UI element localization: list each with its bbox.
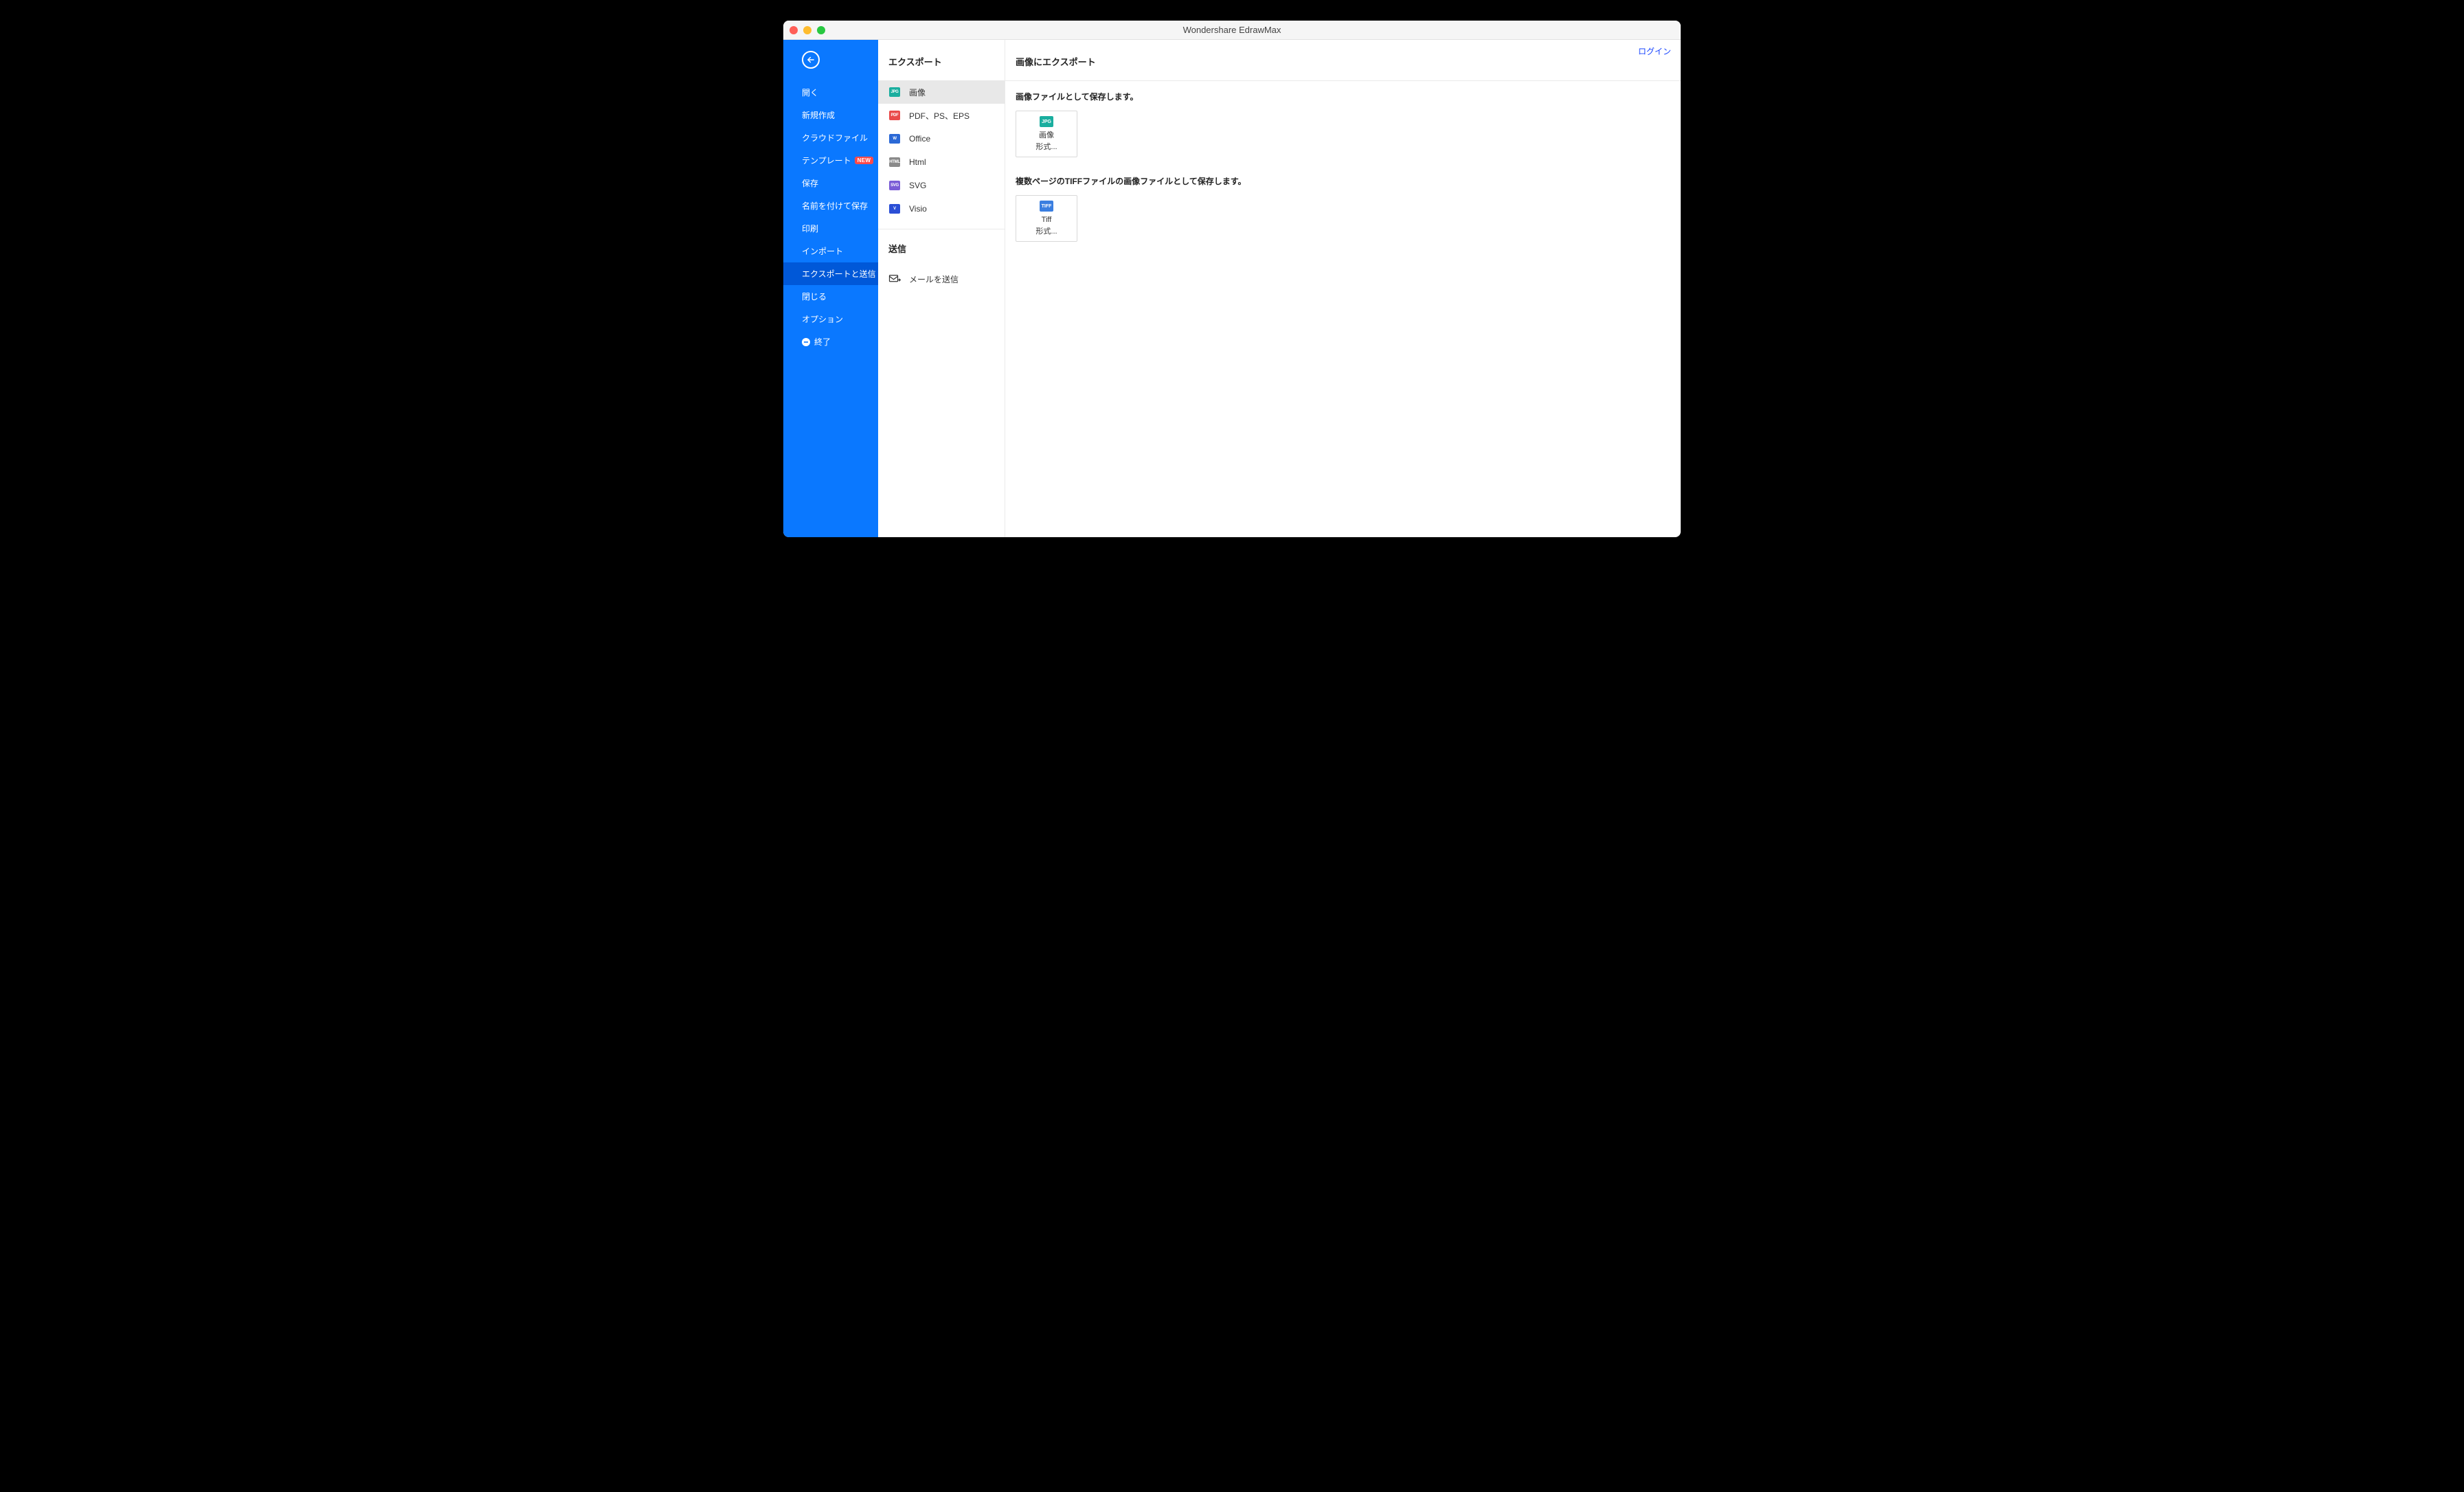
send-email-label: メールを送信 <box>909 273 959 285</box>
export-type-column: エクスポート JPG 画像 PDF PDF、PS、EPS W Office HTML Html… <box>878 40 1005 537</box>
tile2-line1: Tiff <box>1042 216 1052 225</box>
sidebar-item-label: クラウドファイル <box>802 132 868 144</box>
export-type-label: PDF、PS、EPS <box>909 110 970 122</box>
main-content: 画像ファイルとして保存します。 JPG 画像 形式... 複数ページのTIFFフ… <box>1005 81 1681 269</box>
export-type-visio[interactable]: V Visio <box>878 197 1005 221</box>
sidebar-item-10[interactable]: オプション <box>783 308 878 330</box>
jpg-icon: JPG <box>1040 116 1053 127</box>
maximize-window-button[interactable] <box>817 26 825 34</box>
export-type-pdf、ps、eps[interactable]: PDF PDF、PS、EPS <box>878 104 1005 127</box>
sidebar-item-7[interactable]: インポート <box>783 240 878 262</box>
export-type-office[interactable]: W Office <box>878 127 1005 150</box>
sidebar-item-9[interactable]: 閉じる <box>783 285 878 308</box>
sidebar-item-label: オプション <box>802 313 843 325</box>
export-type-label: 画像 <box>909 87 926 98</box>
sidebar-item-11[interactable]: 終了 <box>783 330 878 353</box>
export-type-label: Visio <box>909 204 927 214</box>
sidebar: 開く新規作成クラウドファイルテンプレート NEW 保存名前を付けて保存印刷インポート… <box>783 40 878 537</box>
sidebar-item-4[interactable]: 保存 <box>783 172 878 194</box>
sidebar-item-label: テンプレート <box>802 155 851 166</box>
tile2-line2: 形式... <box>1035 225 1057 236</box>
tile1-line1: 画像 <box>1039 131 1054 140</box>
login-link[interactable]: ログイン <box>1638 45 1671 57</box>
sidebar-item-label: 印刷 <box>802 223 818 234</box>
sidebar-item-label: 終了 <box>814 336 831 348</box>
export-type-label: Html <box>909 157 926 167</box>
sidebar-item-1[interactable]: 新規作成 <box>783 104 878 126</box>
arrow-left-icon <box>806 55 816 65</box>
app-body: 開く新規作成クラウドファイルテンプレート NEW 保存名前を付けて保存印刷インポート… <box>783 40 1681 537</box>
back-button[interactable] <box>802 51 820 69</box>
sidebar-item-label: 名前を付けて保存 <box>802 200 868 212</box>
main-header: 画像にエクスポート <box>1005 40 1681 81</box>
exit-icon <box>802 338 810 346</box>
export-type-画像[interactable]: JPG 画像 <box>878 80 1005 104</box>
export-type-svg[interactable]: SVG SVG <box>878 174 1005 197</box>
traffic-lights <box>789 26 825 34</box>
window-title: Wondershare EdrawMax <box>783 25 1681 35</box>
sidebar-item-label: インポート <box>802 245 843 257</box>
main-panel: 画像にエクスポート ログイン 画像ファイルとして保存します。 JPG 画像 形式… <box>1005 40 1681 537</box>
minimize-window-button[interactable] <box>803 26 811 34</box>
sidebar-item-6[interactable]: 印刷 <box>783 217 878 240</box>
tiff-icon: TIFF <box>1040 201 1053 212</box>
sidebar-item-label: 保存 <box>802 177 818 189</box>
svg-icon: SVG <box>888 179 901 192</box>
v-icon: V <box>888 203 901 215</box>
tile1-line2: 形式... <box>1035 141 1057 152</box>
pdf-icon: PDF <box>888 109 901 122</box>
export-type-label: Office <box>909 134 930 144</box>
sidebar-item-3[interactable]: テンプレート NEW <box>783 149 878 172</box>
section2-title: 複数ページのTIFFファイルの画像ファイルとして保存します。 <box>1016 175 1670 187</box>
html-icon: HTML <box>888 156 901 168</box>
w-icon: W <box>888 133 901 145</box>
sidebar-item-label: 閉じる <box>802 291 827 302</box>
sidebar-item-label: 開く <box>802 87 818 98</box>
section1-title: 画像ファイルとして保存します。 <box>1016 91 1670 102</box>
export-type-label: SVG <box>909 181 926 190</box>
sidebar-item-0[interactable]: 開く <box>783 81 878 104</box>
send-email-item[interactable]: メールを送信 <box>878 267 1005 291</box>
sidebar-item-label: 新規作成 <box>802 109 835 121</box>
sidebar-item-5[interactable]: 名前を付けて保存 <box>783 194 878 217</box>
export-tiff-tile[interactable]: TIFF Tiff 形式... <box>1016 195 1077 242</box>
sidebar-item-8[interactable]: エクスポートと送信 <box>783 262 878 285</box>
sidebar-item-label: エクスポートと送信 <box>802 268 876 280</box>
export-header: エクスポート <box>878 40 1005 80</box>
mail-icon <box>888 273 901 285</box>
export-type-html[interactable]: HTML Html <box>878 150 1005 174</box>
send-header: 送信 <box>878 238 1005 267</box>
titlebar: Wondershare EdrawMax <box>783 21 1681 40</box>
sidebar-item-2[interactable]: クラウドファイル <box>783 126 878 149</box>
close-window-button[interactable] <box>789 26 798 34</box>
new-badge: NEW <box>855 157 874 164</box>
export-image-tile[interactable]: JPG 画像 形式... <box>1016 111 1077 157</box>
jpg-icon: JPG <box>888 86 901 98</box>
app-window: Wondershare EdrawMax 開く新規作成クラウドファイルテンプレー… <box>783 21 1681 537</box>
